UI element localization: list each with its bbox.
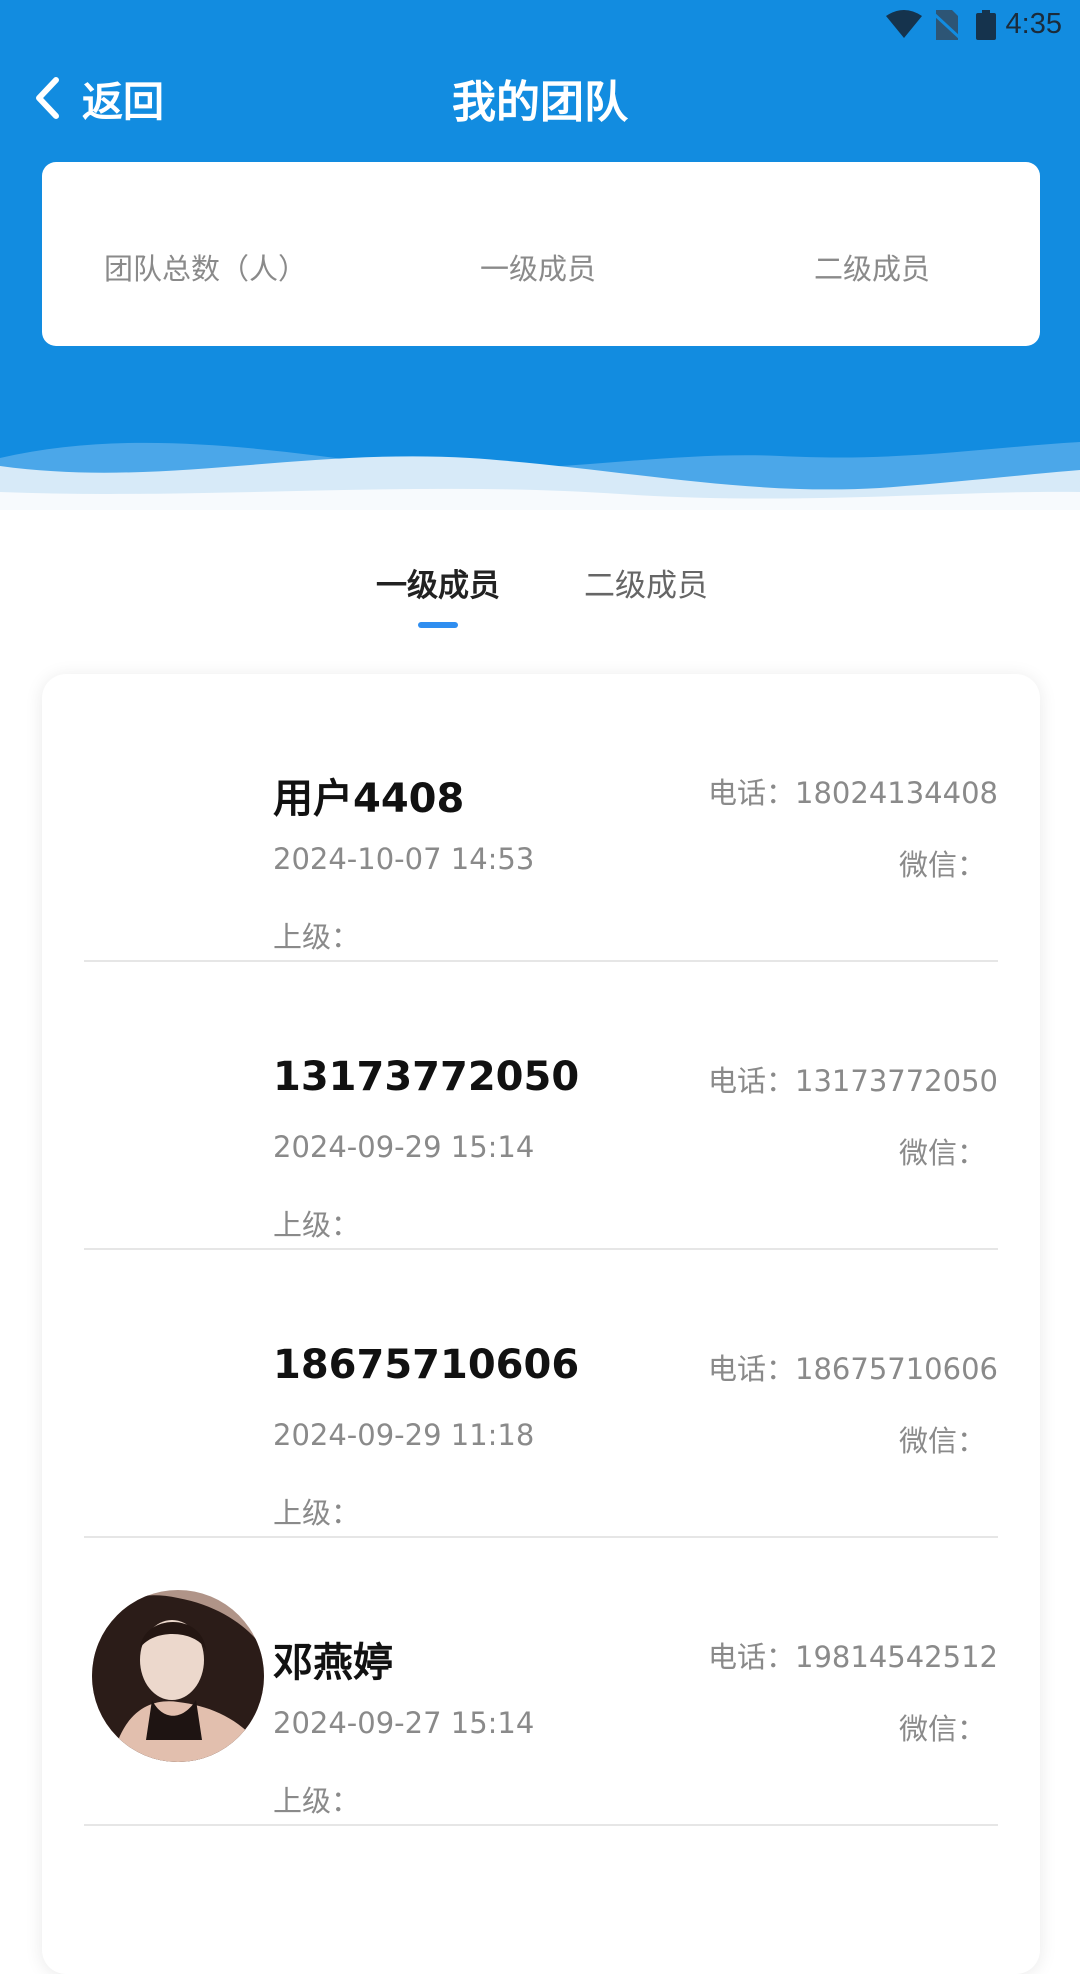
member-superior: 上级： [273,920,361,954]
level1-count-label: 一级成员 [480,252,597,286]
member-wechat: 微信： [898,1712,986,1746]
member-list: 用户4408 电话：18024134408 2024-10-07 14:53 微… [42,674,1040,1974]
tab-indicator [418,622,458,628]
level2-count-label: 二级成员 [814,252,931,286]
member-wechat: 微信： [898,1136,986,1170]
member-phone: 电话：18675710606 [708,1352,998,1386]
list-item[interactable]: 13173772050 电话：13173772050 2024-09-29 15… [84,962,998,1250]
avatar [92,1590,264,1762]
member-join-date: 2024-09-29 11:18 [273,1418,535,1452]
status-time: 4:35 [1005,8,1062,40]
tab-level1[interactable]: 一级成员 [376,560,500,605]
status-bar: 4:35 [0,0,1080,50]
wifi-icon [886,10,922,38]
member-join-date: 2024-09-27 15:14 [273,1706,535,1740]
list-item[interactable]: 用户4408 电话：18024134408 2024-10-07 14:53 微… [84,674,998,962]
member-join-date: 2024-10-07 14:53 [273,842,535,876]
tab-level2[interactable]: 二级成员 [584,560,708,605]
battery-icon [976,10,996,40]
member-tabs: 一级成员 二级成员 [0,560,1080,630]
list-item[interactable]: 邓燕婷 电话：19814542512 2024-09-27 15:14 微信： … [84,1538,998,1826]
wave-decoration [0,442,1080,510]
member-phone: 电话：13173772050 [708,1064,998,1098]
member-superior: 上级： [273,1784,361,1818]
member-join-date: 2024-09-29 15:14 [273,1130,535,1164]
member-phone: 电话：19814542512 [708,1640,998,1674]
member-name: 18675710606 [273,1342,580,1388]
member-wechat: 微信： [898,1424,986,1458]
list-item[interactable]: 18675710606 电话：18675710606 2024-09-29 11… [84,1250,998,1538]
member-wechat: 微信： [898,848,986,882]
team-total-label: 团队总数（人） [104,252,308,286]
no-sim-icon [934,10,960,40]
team-stats-card: 团队总数（人） 一级成员 二级成员 [42,162,1040,346]
member-name: 用户4408 [273,776,465,822]
member-phone: 电话：18024134408 [708,776,998,810]
member-superior: 上级： [273,1496,361,1530]
page-title: 我的团队 [452,77,628,128]
member-name: 邓燕婷 [273,1640,393,1686]
member-name: 13173772050 [273,1054,580,1100]
member-superior: 上级： [273,1208,361,1242]
